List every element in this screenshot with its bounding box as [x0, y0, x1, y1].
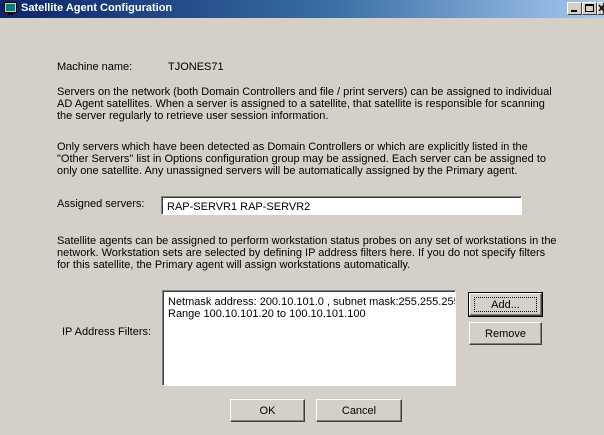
add-button-label: Add...: [491, 299, 520, 311]
machine-name-value: TJONES71: [168, 61, 224, 73]
assigned-servers-value: RAP-SERVR1 RAP-SERVR2: [167, 201, 311, 213]
minimize-icon: [571, 10, 577, 12]
cancel-button-label: Cancel: [341, 405, 377, 417]
list-item[interactable]: Netmask address: 200.10.101.0 , subnet m…: [168, 296, 455, 308]
ok-button[interactable]: OK: [230, 399, 305, 422]
cancel-button[interactable]: Cancel: [316, 399, 402, 422]
maximize-icon: [585, 4, 594, 12]
dialog-window: Satellite Agent Configuration Machine na…: [0, 0, 604, 435]
title-bar[interactable]: Satellite Agent Configuration: [0, 0, 604, 18]
assigned-servers-label: Assigned servers:: [57, 198, 145, 210]
window-title: Satellite Agent Configuration: [21, 2, 173, 14]
list-item[interactable]: Range 100.10.101.20 to 100.10.101.100: [168, 308, 366, 320]
close-icon: [598, 4, 604, 12]
minimize-button[interactable]: [567, 2, 582, 15]
satellite-description: Satellite agents can be assigned to perf…: [57, 235, 557, 271]
add-button[interactable]: Add...: [468, 292, 543, 317]
app-icon: [4, 2, 17, 15]
remove-button[interactable]: Remove: [469, 322, 542, 345]
servers-description: Servers on the network (both Domain Cont…: [57, 86, 552, 122]
ok-button-label: OK: [259, 405, 276, 417]
machine-name-label: Machine name:: [57, 61, 133, 73]
ip-filters-list[interactable]: Netmask address: 200.10.101.0 , subnet m…: [162, 290, 456, 386]
close-button[interactable]: [597, 2, 604, 15]
maximize-button[interactable]: [582, 2, 597, 15]
assigned-servers-input[interactable]: RAP-SERVR1 RAP-SERVR2: [161, 196, 522, 215]
servers-assignment-rules: Only servers which have been detected as…: [57, 141, 547, 177]
ip-filters-label: IP Address Filters:: [62, 326, 152, 338]
remove-button-label: Remove: [485, 328, 526, 340]
